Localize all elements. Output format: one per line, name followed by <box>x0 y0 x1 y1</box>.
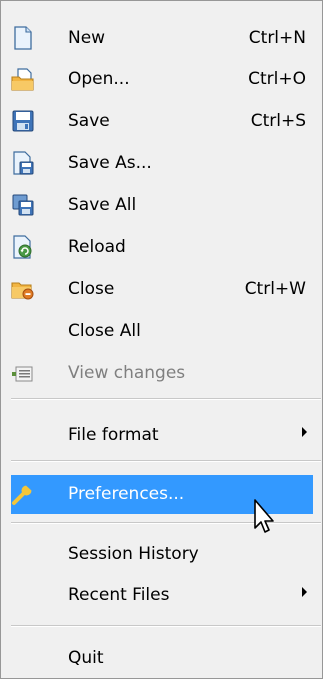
menu-item-label: Recent Files <box>68 585 170 605</box>
menu-item-recent-files[interactable]: Recent Files <box>11 576 313 614</box>
menu-item-label: New <box>68 28 106 48</box>
menu-item-label: Close All <box>68 321 141 341</box>
menu-separator <box>11 625 321 627</box>
menu-item-label: Reload <box>68 237 126 257</box>
menu-item-label: File format <box>68 425 159 445</box>
shortcut-label: Ctrl+S <box>250 111 306 131</box>
menu-item-label: Close <box>68 279 115 299</box>
shortcut-label: Ctrl+W <box>244 279 306 299</box>
menu-item-session-history[interactable]: Session History <box>11 535 313 573</box>
menu-item-save-all[interactable]: Save All <box>11 186 313 224</box>
menu-item-label: Preferences... <box>68 484 185 504</box>
menu-separator <box>11 460 321 462</box>
menu-item-new[interactable]: New Ctrl+N <box>11 19 313 57</box>
menu-item-save[interactable]: Save Ctrl+S <box>11 102 313 140</box>
menu-item-label: Session History <box>68 544 199 564</box>
menu-item-label: Quit <box>68 648 104 668</box>
menu-item-label: View changes <box>68 363 186 383</box>
submenu-arrow-icon <box>302 587 307 597</box>
wrench-icon <box>11 482 35 506</box>
menu-item-open[interactable]: Open... Ctrl+O <box>11 60 313 98</box>
menu-item-save-as[interactable]: Save As... <box>11 144 313 182</box>
menu-item-view-changes[interactable]: View changes <box>11 354 313 392</box>
save-all-icon <box>11 193 35 217</box>
close-file-icon <box>11 277 35 301</box>
menu-item-close[interactable]: Close Ctrl+W <box>11 270 313 308</box>
view-changes-icon <box>11 361 35 385</box>
shortcut-label: Ctrl+N <box>248 28 306 48</box>
submenu-arrow-icon <box>302 427 307 437</box>
save-icon <box>11 109 35 133</box>
menu-item-label: Save As... <box>68 153 152 173</box>
save-as-icon <box>11 151 35 175</box>
shortcut-label: Ctrl+O <box>248 69 306 89</box>
menu-item-reload[interactable]: Reload <box>11 228 313 266</box>
open-folder-icon <box>11 67 35 91</box>
new-file-icon <box>11 26 35 50</box>
mouse-cursor-icon <box>253 499 279 539</box>
menu-separator <box>11 398 321 400</box>
menu-item-file-format[interactable]: File format <box>11 416 313 454</box>
menu-item-quit[interactable]: Quit <box>11 639 313 677</box>
menu-item-label: Save <box>68 111 110 131</box>
reload-icon <box>11 235 35 259</box>
menu-item-label: Save All <box>68 195 137 215</box>
menu-item-label: Open... <box>68 69 130 89</box>
menu-item-close-all[interactable]: Close All <box>11 312 313 350</box>
file-menu: New Ctrl+N Open... Ctrl+O Save Ctrl+S Sa… <box>0 0 323 679</box>
